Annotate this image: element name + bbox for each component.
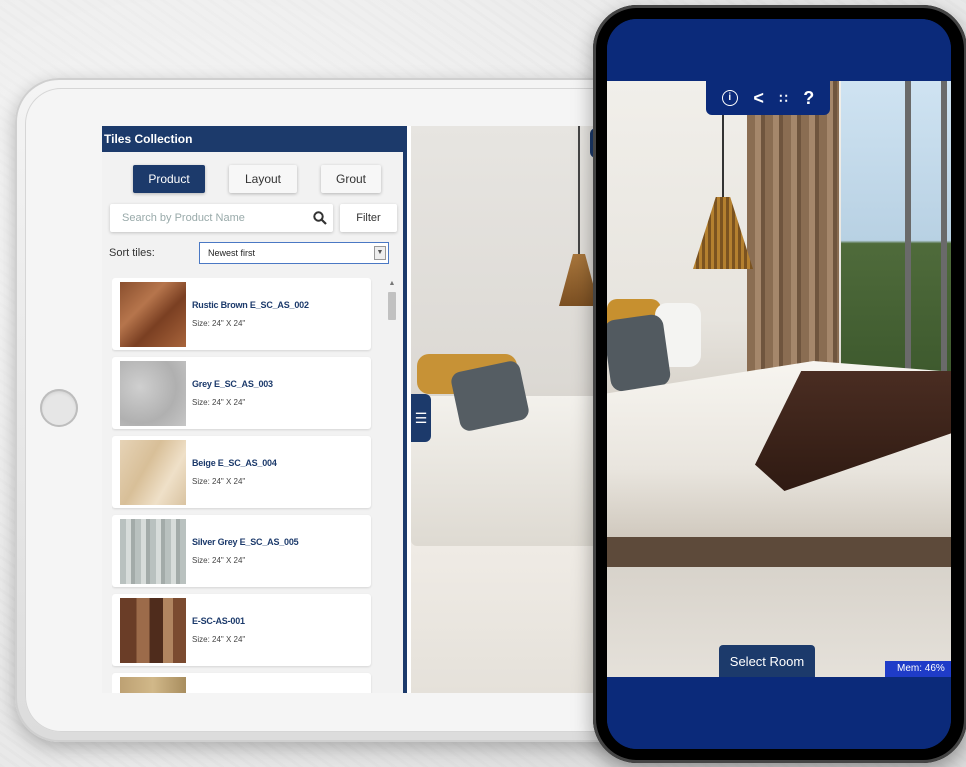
tile-name: Silver Grey E_SC_AS_005 <box>192 537 299 547</box>
scroll-up-icon[interactable]: ▲ <box>386 278 398 290</box>
tablet-screen: Tiles Collection Product Layout Grout Fi… <box>102 126 622 693</box>
fullscreen-icon[interactable]: ∷ <box>779 92 787 105</box>
list-item[interactable]: Silver Grey E_SC_AS_005 Size: 24" X 24" <box>112 515 371 587</box>
menu-icon[interactable]: ☰ <box>411 394 431 442</box>
list-item[interactable]: E-SC-AS-001 Size: 24" X 24" <box>112 594 371 666</box>
curtain <box>747 81 839 377</box>
tile-thumbnail <box>120 676 186 693</box>
bed-base <box>607 537 951 567</box>
tiles-panel: Tiles Collection Product Layout Grout Fi… <box>102 126 407 693</box>
tile-size: Size: 24" X 24" <box>192 319 246 328</box>
list-item[interactable] <box>112 673 371 693</box>
tab-row: Product Layout Grout <box>102 152 403 193</box>
sort-label: Sort tiles: <box>109 247 155 259</box>
panel-title: Tiles Collection <box>102 126 403 152</box>
scrollbar[interactable]: ▲ <box>386 278 398 693</box>
tile-thumbnail <box>120 518 186 584</box>
sort-selected-value: Newest first <box>208 248 256 258</box>
search-box <box>110 204 333 232</box>
tile-name: E-SC-AS-001 <box>192 616 245 626</box>
search-input[interactable] <box>122 212 313 224</box>
list-item[interactable]: Rustic Brown E_SC_AS_002 Size: 24" X 24" <box>112 278 371 350</box>
tile-name: Grey E_SC_AS_003 <box>192 379 273 389</box>
window <box>841 81 951 371</box>
window-frame <box>905 81 911 371</box>
sort-row: Sort tiles: Newest first ▼ <box>109 242 403 264</box>
list-item[interactable]: Grey E_SC_AS_003 Size: 24" X 24" <box>112 357 371 429</box>
phone-top-bar <box>607 19 951 81</box>
chevron-down-icon[interactable]: ▼ <box>374 246 386 260</box>
filter-button[interactable]: Filter <box>340 204 397 232</box>
search-row: Filter <box>110 204 403 232</box>
share-icon[interactable]: < <box>753 89 764 107</box>
help-icon[interactable]: ? <box>803 89 814 107</box>
tab-product[interactable]: Product <box>133 165 205 193</box>
room-view <box>607 81 951 677</box>
memory-badge: Mem: 46% <box>885 661 951 677</box>
tile-name: Beige E_SC_AS_004 <box>192 458 277 468</box>
pendant-lamp <box>693 197 753 269</box>
home-button[interactable] <box>40 389 78 427</box>
tile-size: Size: 24" X 24" <box>192 635 246 644</box>
phone-device: i < ∷ ? Select Room Mem: 46% <box>593 5 966 763</box>
phone-bottom-bar <box>607 677 951 749</box>
tab-grout[interactable]: Grout <box>321 165 381 193</box>
pillow <box>607 313 672 393</box>
window-frame <box>941 81 947 371</box>
room-preview: ☰ ⓘ <box>411 126 622 693</box>
tile-thumbnail <box>120 281 186 347</box>
scrollbar-thumb[interactable] <box>388 292 396 320</box>
search-icon[interactable] <box>313 211 327 225</box>
lamp-cord <box>578 126 580 256</box>
tile-name: Rustic Brown E_SC_AS_002 <box>192 300 309 310</box>
tab-layout[interactable]: Layout <box>229 165 297 193</box>
list-item[interactable]: Beige E_SC_AS_004 Size: 24" X 24" <box>112 436 371 508</box>
tile-size: Size: 24" X 24" <box>192 477 246 486</box>
tablet-device: Tiles Collection Product Layout Grout Fi… <box>15 78 655 742</box>
info-icon[interactable]: i <box>721 90 738 106</box>
phone-screen: i < ∷ ? Select Room Mem: 46% <box>607 19 951 749</box>
tile-thumbnail <box>120 597 186 663</box>
tile-size: Size: 24" X 24" <box>192 398 246 407</box>
select-room-button[interactable]: Select Room <box>719 645 815 677</box>
sort-select[interactable]: Newest first ▼ <box>199 242 389 264</box>
tile-thumbnail <box>120 360 186 426</box>
tile-list: Rustic Brown E_SC_AS_002 Size: 24" X 24"… <box>112 278 398 693</box>
phone-toolbar: i < ∷ ? <box>706 81 830 115</box>
tile-thumbnail <box>120 439 186 505</box>
tile-size: Size: 24" X 24" <box>192 556 246 565</box>
